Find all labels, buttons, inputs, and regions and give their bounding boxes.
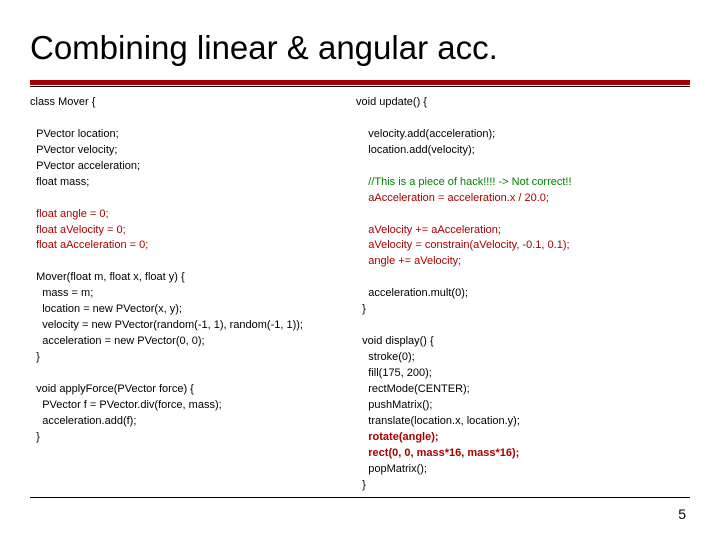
code-line: translate(location.x, location.y); xyxy=(356,415,520,427)
page-number: 5 xyxy=(678,506,686,522)
code-line: float angle = 0; xyxy=(30,208,109,220)
slide: Combining linear & angular acc. class Mo… xyxy=(0,0,720,540)
code-line: acceleration.add(f); xyxy=(30,415,136,427)
code-left: class Mover { PVector location; PVector … xyxy=(30,95,348,485)
code-line: } xyxy=(30,431,40,443)
title-rule xyxy=(30,80,690,87)
code-line: void applyForce(PVector force) { xyxy=(30,383,194,395)
code-line: location.add(velocity); xyxy=(356,144,475,156)
code-line: float aAcceleration = 0; xyxy=(30,239,148,251)
code-line: aAcceleration = acceleration.x / 20.0; xyxy=(356,192,549,204)
slide-title: Combining linear & angular acc. xyxy=(30,30,498,66)
code-line: class Mover { xyxy=(30,96,95,108)
code-line: location = new PVector(x, y); xyxy=(30,303,182,315)
code-line: PVector f = PVector.div(force, mass); xyxy=(30,399,222,411)
title-rule-bar xyxy=(30,80,690,85)
code-line: void display() { xyxy=(356,335,434,347)
code-line: rect(0, 0, mass*16, mass*16); xyxy=(356,447,519,459)
footer-rule xyxy=(30,497,690,498)
code-line: rotate(angle); xyxy=(356,431,439,443)
code-line: mass = m; xyxy=(30,287,93,299)
code-line: void update() { xyxy=(356,96,427,108)
code-line: acceleration.mult(0); xyxy=(356,287,468,299)
code-line: stroke(0); xyxy=(356,351,415,363)
code-line: } xyxy=(30,351,40,363)
code-line: PVector velocity; xyxy=(30,144,117,156)
code-line: } xyxy=(356,303,366,315)
code-comment: //This is a piece of hack!!!! -> Not cor… xyxy=(356,176,572,188)
code-line: aVelocity = constrain(aVelocity, -0.1, 0… xyxy=(356,239,570,251)
code-right: void update() { velocity.add(acceleratio… xyxy=(356,95,690,485)
code-line: PVector acceleration; xyxy=(30,160,140,172)
code-line: rectMode(CENTER); xyxy=(356,383,470,395)
code-line: popMatrix(); xyxy=(356,463,427,475)
title-rule-line xyxy=(30,86,690,87)
code-line: acceleration = new PVector(0, 0); xyxy=(30,335,205,347)
code-line: velocity.add(acceleration); xyxy=(356,128,495,140)
code-line: pushMatrix(); xyxy=(356,399,432,411)
code-line: Mover(float m, float x, float y) { xyxy=(30,271,185,283)
code-line: velocity = new PVector(random(-1, 1), ra… xyxy=(30,319,303,331)
code-line: float aVelocity = 0; xyxy=(30,224,126,236)
code-line: aVelocity += aAcceleration; xyxy=(356,224,501,236)
code-line: PVector location; xyxy=(30,128,119,140)
code-line: fill(175, 200); xyxy=(356,367,432,379)
code-line: angle += aVelocity; xyxy=(356,255,461,267)
code-line: } xyxy=(356,479,366,491)
code-columns: class Mover { PVector location; PVector … xyxy=(30,95,690,485)
code-line: float mass; xyxy=(30,176,89,188)
